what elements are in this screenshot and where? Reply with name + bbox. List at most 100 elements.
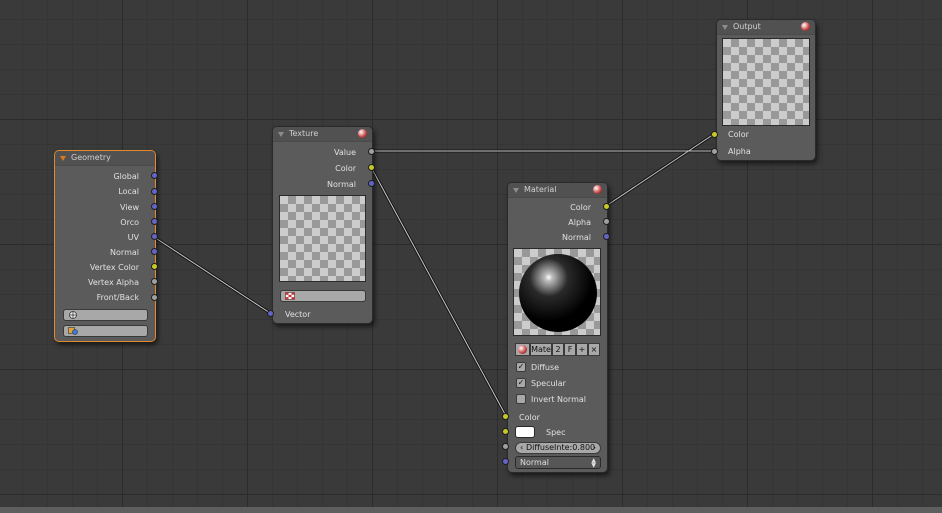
output-label-normal: Normal (327, 180, 356, 189)
socket-vertex-color[interactable] (151, 263, 158, 270)
input-label-color: Color (519, 413, 540, 422)
link-texcolor-to-matcolor (370, 166, 507, 417)
uv-layer-field[interactable] (63, 309, 148, 321)
socket-alpha-input[interactable] (711, 148, 718, 155)
texture-selector[interactable] (280, 290, 366, 302)
checkmark-icon: ✓ (517, 378, 525, 387)
socket-front-back[interactable] (151, 294, 158, 301)
diffuse-intensity-value: DiffuseInte:0.800 (526, 443, 596, 452)
socket-vertex-alpha[interactable] (151, 278, 158, 285)
node-title: Texture (289, 129, 319, 138)
socket-normal[interactable] (368, 180, 375, 187)
material-browse-button[interactable] (515, 343, 530, 356)
fake-user-button[interactable]: F (564, 343, 576, 356)
uv-layer-icon (69, 311, 77, 319)
slider-left-arrow-icon[interactable]: ‹ (520, 443, 523, 453)
collapse-arrow-icon[interactable] (722, 25, 728, 30)
socket-color-input[interactable] (711, 131, 718, 138)
output-label-uv: UV (127, 233, 139, 242)
socket-diffuse-intensity-input[interactable] (502, 443, 509, 450)
output-label-value: Value (334, 148, 356, 157)
node-header[interactable]: Texture (273, 127, 372, 142)
normal-dropdown-value: Normal (520, 458, 549, 467)
collapse-arrow-icon[interactable] (278, 132, 284, 137)
node-header[interactable]: Material (508, 183, 607, 198)
texture-preview (279, 195, 366, 282)
output-label-color: Color (570, 203, 591, 212)
close-icon: × (590, 345, 598, 354)
input-label-color: Color (728, 130, 749, 139)
diffuse-intensity-slider[interactable]: ‹ DiffuseInte:0.800 › (515, 442, 601, 454)
socket-value[interactable] (368, 148, 375, 155)
socket-orco[interactable] (151, 218, 158, 225)
output-label-normal: Normal (562, 233, 591, 242)
socket-alpha[interactable] (603, 218, 610, 225)
material-preview (513, 248, 601, 336)
new-material-button[interactable]: + (576, 343, 588, 356)
output-label-alpha: Alpha (568, 218, 591, 227)
specular-checkbox[interactable]: ✓ (516, 378, 526, 388)
output-label-local: Local (118, 187, 139, 196)
output-label-vertex-color: Vertex Color (89, 263, 139, 272)
material-sphere-icon (518, 345, 527, 354)
material-node[interactable]: Material Color Alpha Normal Mate 2 F + ×… (507, 182, 608, 473)
node-preview-toggle-icon[interactable] (358, 129, 367, 138)
diffuse-checkbox[interactable]: ✓ (516, 362, 526, 372)
color-swatch[interactable] (515, 426, 535, 438)
socket-normal[interactable] (603, 233, 610, 240)
diffuse-label: Diffuse (531, 363, 560, 372)
socket-uv[interactable] (151, 233, 158, 240)
socket-local[interactable] (151, 188, 158, 195)
node-header[interactable]: Geometry (55, 151, 155, 166)
output-label-front-back: Front/Back (96, 293, 139, 302)
input-label-spec: Spec (546, 428, 566, 437)
texture-node[interactable]: Texture Value Color Normal Vector (272, 126, 373, 324)
socket-color[interactable] (368, 164, 375, 171)
node-preview-toggle-icon[interactable] (801, 22, 810, 31)
preview-sphere (519, 254, 597, 332)
socket-color[interactable] (603, 203, 610, 210)
input-label-alpha: Alpha (728, 147, 751, 156)
geometry-node[interactable]: Geometry Global Local View Orco UV Norma… (54, 150, 156, 342)
collapse-arrow-icon[interactable] (513, 188, 519, 193)
material-users-button[interactable]: 2 (552, 343, 564, 356)
link-uv-to-vector (153, 236, 271, 314)
vertex-color-icon (68, 327, 78, 335)
node-title: Output (733, 22, 761, 31)
node-title: Material (524, 185, 557, 194)
output-label-global: Global (113, 172, 139, 181)
texture-icon (285, 292, 295, 300)
output-label-orco: Orco (120, 218, 139, 227)
output-label-color: Color (335, 164, 356, 173)
node-title: Geometry (71, 153, 111, 162)
node-header[interactable]: Output (717, 20, 815, 35)
material-name-field[interactable]: Mate (530, 343, 552, 356)
unlink-material-button[interactable]: × (588, 343, 600, 356)
invert-normal-checkbox[interactable] (516, 394, 526, 404)
vertex-color-field[interactable] (63, 325, 148, 337)
collapse-arrow-icon[interactable] (60, 156, 66, 161)
socket-normal-input[interactable] (502, 458, 509, 465)
slider-right-arrow-icon[interactable]: › (593, 443, 596, 453)
output-label-view: View (120, 203, 139, 212)
editor-bottom-border (0, 507, 942, 513)
dropdown-arrows-icon: ▲ ▼ (591, 457, 596, 469)
socket-vector-input[interactable] (267, 310, 274, 317)
output-label-normal: Normal (110, 248, 139, 257)
node-preview-toggle-icon[interactable] (593, 185, 602, 194)
invert-normal-label: Invert Normal (531, 395, 586, 404)
socket-normal[interactable] (151, 248, 158, 255)
link-matcolor-to-outcolor (605, 133, 715, 207)
socket-color-input[interactable] (502, 413, 509, 420)
input-label-vector: Vector (285, 310, 311, 319)
plus-icon: + (578, 345, 586, 354)
socket-view[interactable] (151, 203, 158, 210)
specular-label: Specular (531, 379, 566, 388)
socket-global[interactable] (151, 172, 158, 179)
output-label-vertex-alpha: Vertex Alpha (87, 278, 139, 287)
output-preview (722, 38, 810, 126)
checkmark-icon: ✓ (517, 362, 525, 371)
socket-spec-input[interactable] (502, 428, 509, 435)
normal-dropdown[interactable]: Normal ▲ ▼ (515, 456, 601, 469)
output-node[interactable]: Output Color Alpha (716, 19, 816, 161)
